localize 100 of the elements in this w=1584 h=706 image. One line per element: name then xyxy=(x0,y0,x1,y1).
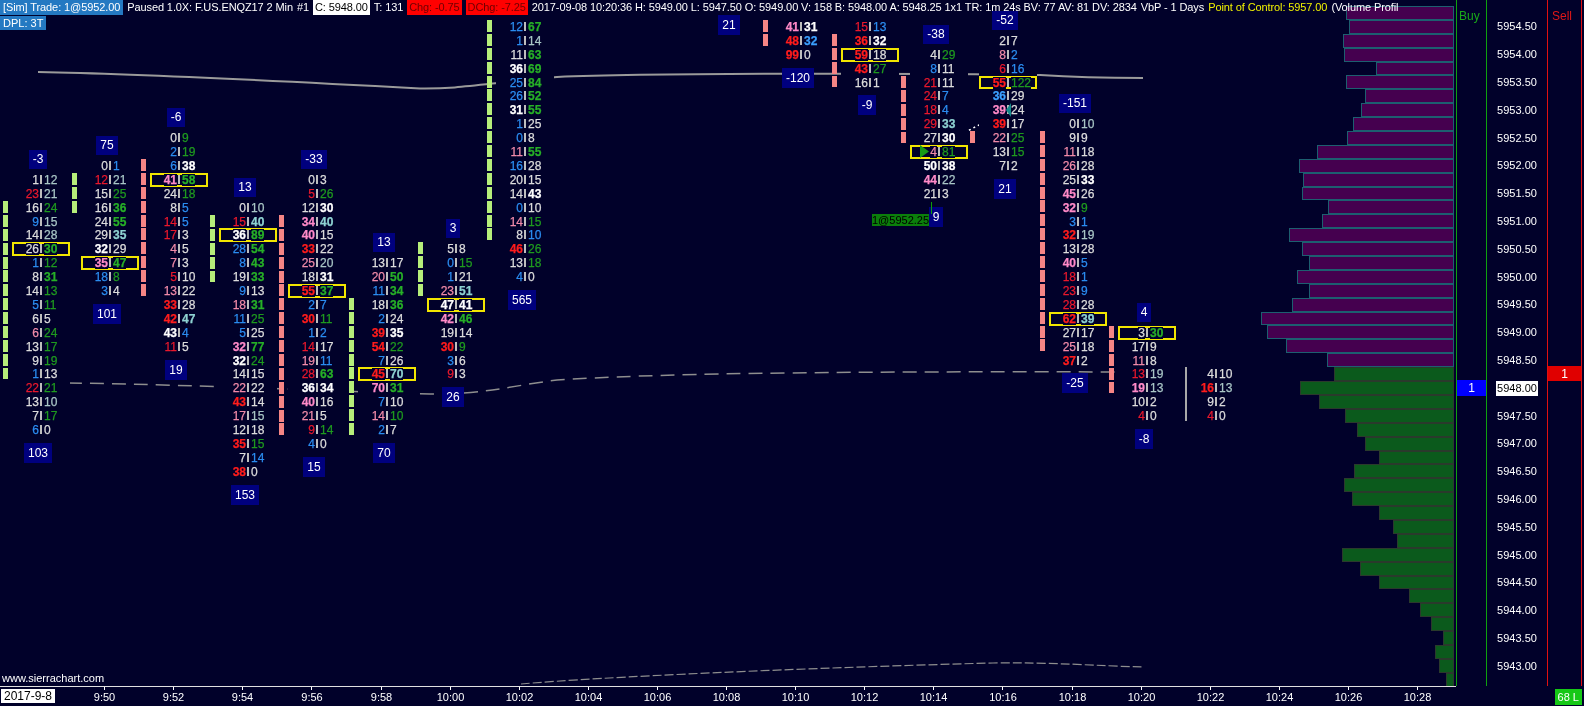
bid-volume: 36 xyxy=(301,382,315,394)
bid-volume: 9 xyxy=(447,368,454,380)
bid-volume: 70 xyxy=(371,382,385,394)
ask-volume: 18 xyxy=(251,424,265,436)
ask-volume: 35 xyxy=(390,327,404,339)
bid-volume: 25 xyxy=(301,257,315,269)
bid-volume: 18 xyxy=(301,271,315,283)
ask-volume: 58 xyxy=(182,174,196,186)
bid-volume: 3 xyxy=(447,355,454,367)
bid-volume: 28 xyxy=(1062,299,1076,311)
ask-volume: 0 xyxy=(528,271,535,283)
ask-volume: 5 xyxy=(182,341,189,353)
bid-volume: 4 xyxy=(1207,410,1214,422)
ask-volume: 32 xyxy=(804,35,818,47)
date-label: 2017-9-8 xyxy=(1,689,56,703)
bid-volume: 37 xyxy=(1062,355,1076,367)
bid-volume: 22 xyxy=(25,382,39,394)
bid-volume: 4 xyxy=(308,438,315,450)
website-text: www.sierrachart.com xyxy=(2,672,105,684)
ask-volume: 7 xyxy=(1011,35,1018,47)
bid-volume: 8 xyxy=(516,229,523,241)
bid-volume: 3 xyxy=(101,285,108,297)
bid-volume: 13 xyxy=(1131,368,1145,380)
price-label: 5950.50 xyxy=(1496,241,1538,257)
bid-volume: 23 xyxy=(1062,285,1076,297)
bid-volume: 8 xyxy=(999,49,1006,61)
bid-volume: 39 xyxy=(371,327,385,339)
price-label: 5944.00 xyxy=(1496,603,1538,619)
bid-volume: 0 xyxy=(101,160,108,172)
bid-volume: 7 xyxy=(32,410,39,422)
ask-volume: 14 xyxy=(251,452,265,464)
bid-volume: 6 xyxy=(32,327,39,339)
bid-volume: 1 xyxy=(32,257,39,269)
ask-volume: 19 xyxy=(44,355,58,367)
bid-volume: 15 xyxy=(232,216,246,228)
bar-stat-label: -9 xyxy=(857,95,877,115)
ask-volume: 11 xyxy=(942,77,955,89)
bid-volume: 39 xyxy=(992,104,1006,116)
bid-volume: 3 xyxy=(1138,327,1145,339)
bid-volume: 31 xyxy=(509,104,523,116)
bar-stat-label: 153 xyxy=(231,485,259,505)
bid-volume: 14 xyxy=(301,341,315,353)
ask-volume: 26 xyxy=(528,243,542,255)
leader-line xyxy=(931,202,932,214)
bid-volume: 45 xyxy=(371,368,385,380)
ask-volume: 36 xyxy=(390,299,404,311)
ask-volume: 21 xyxy=(459,271,473,283)
ask-volume: 25 xyxy=(528,118,542,130)
ask-volume: 26 xyxy=(390,355,404,367)
ask-volume: 26 xyxy=(1081,188,1095,200)
chart-info-badge: DPL: 3T xyxy=(0,16,47,30)
bid-volume: 25 xyxy=(1062,174,1076,186)
bid-volume: 41 xyxy=(163,174,177,186)
ask-volume: 25 xyxy=(251,313,265,325)
bid-volume: 2 xyxy=(308,299,315,311)
ask-volume: 50 xyxy=(390,271,404,283)
ask-volume: 37 xyxy=(320,285,334,297)
time-label: 10:08 xyxy=(712,690,741,704)
ask-volume: 55 xyxy=(528,104,542,116)
bid-volume: 9 xyxy=(1207,396,1214,408)
bid-volume: 18 xyxy=(1062,271,1076,283)
bid-volume: 8 xyxy=(239,257,246,269)
bid-volume: 9 xyxy=(32,355,39,367)
bid-volume: 17 xyxy=(163,229,177,241)
ask-volume: 2 xyxy=(320,327,327,339)
order-fill-label: 1@5952.25 xyxy=(872,214,930,226)
ask-volume: 7 xyxy=(320,299,327,311)
triangle-marker-icon xyxy=(920,145,929,158)
ask-volume: 38 xyxy=(942,160,956,172)
buy-quantity-box: 1 xyxy=(1457,380,1486,396)
ask-volume: 9 xyxy=(1081,202,1088,214)
bid-volume: 16 xyxy=(509,160,523,172)
time-label: 10:14 xyxy=(919,690,948,704)
price-label: 5945.50 xyxy=(1496,519,1538,535)
bid-volume: 16 xyxy=(25,202,39,214)
bar-stat-label: 4 xyxy=(1136,303,1152,322)
bid-volume: 50 xyxy=(923,160,937,172)
ask-volume: 41 xyxy=(459,299,473,311)
ask-volume: 21 xyxy=(113,174,127,186)
bid-volume: 1 xyxy=(447,271,454,283)
bar-stat-label: -52 xyxy=(992,11,1018,30)
ask-volume: 4 xyxy=(113,285,120,297)
ask-volume: 14 xyxy=(528,35,542,47)
bid-volume: 9 xyxy=(239,285,246,297)
ask-volume: 20 xyxy=(320,257,334,269)
bid-volume: 18 xyxy=(232,299,246,311)
ask-volume: 22 xyxy=(182,285,196,297)
ask-volume: 52 xyxy=(528,90,542,102)
bid-volume: 13 xyxy=(509,257,523,269)
ask-volume: 30 xyxy=(1150,327,1164,339)
bar-stat-label: 15 xyxy=(303,457,325,477)
bid-volume: 0 xyxy=(239,202,246,214)
ask-volume: 69 xyxy=(528,63,542,75)
ask-volume: 1 xyxy=(1081,271,1088,283)
time-label: 10:04 xyxy=(574,690,603,704)
ask-volume: 63 xyxy=(528,49,542,61)
ask-volume: 35 xyxy=(113,229,127,241)
chart-header-text: #1 xyxy=(296,0,309,15)
chart-header-text: T: 131 xyxy=(373,0,404,15)
bid-volume: 16 xyxy=(854,77,868,89)
